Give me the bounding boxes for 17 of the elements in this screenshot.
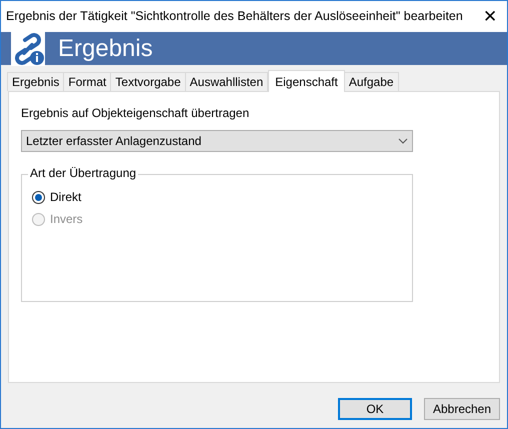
tab[interactable]: Textvorgabe [110, 72, 186, 91]
radio-label: Direkt [50, 189, 82, 206]
chevron-down-icon [398, 138, 408, 144]
tab[interactable]: Eigenschaft [268, 70, 345, 92]
group-title: Art der Übertragung [28, 167, 138, 179]
radio-label: Invers [50, 211, 83, 228]
close-button[interactable]: ✕ [483, 8, 497, 25]
tab[interactable]: Aufgabe [344, 72, 399, 91]
radio-button[interactable] [32, 190, 45, 204]
dialog-button[interactable]: OK [338, 398, 412, 420]
field-label: Ergebnis auf Objekteigenschaft übertragen [21, 105, 250, 122]
window-title: Ergebnis der Tätigkeit "Sichtkontrolle des Behälters der Auslöseeinheit" bearbeiten [6, 8, 463, 26]
banner-title: Ergebnis [58, 36, 153, 60]
tab[interactable]: Ergebnis [7, 72, 64, 91]
property-dropdown[interactable]: Letzter erfasster Anlagenzustand [21, 130, 413, 152]
tab[interactable]: Auswahllisten [184, 72, 268, 91]
dialog-button[interactable]: Abbrechen [424, 398, 500, 420]
